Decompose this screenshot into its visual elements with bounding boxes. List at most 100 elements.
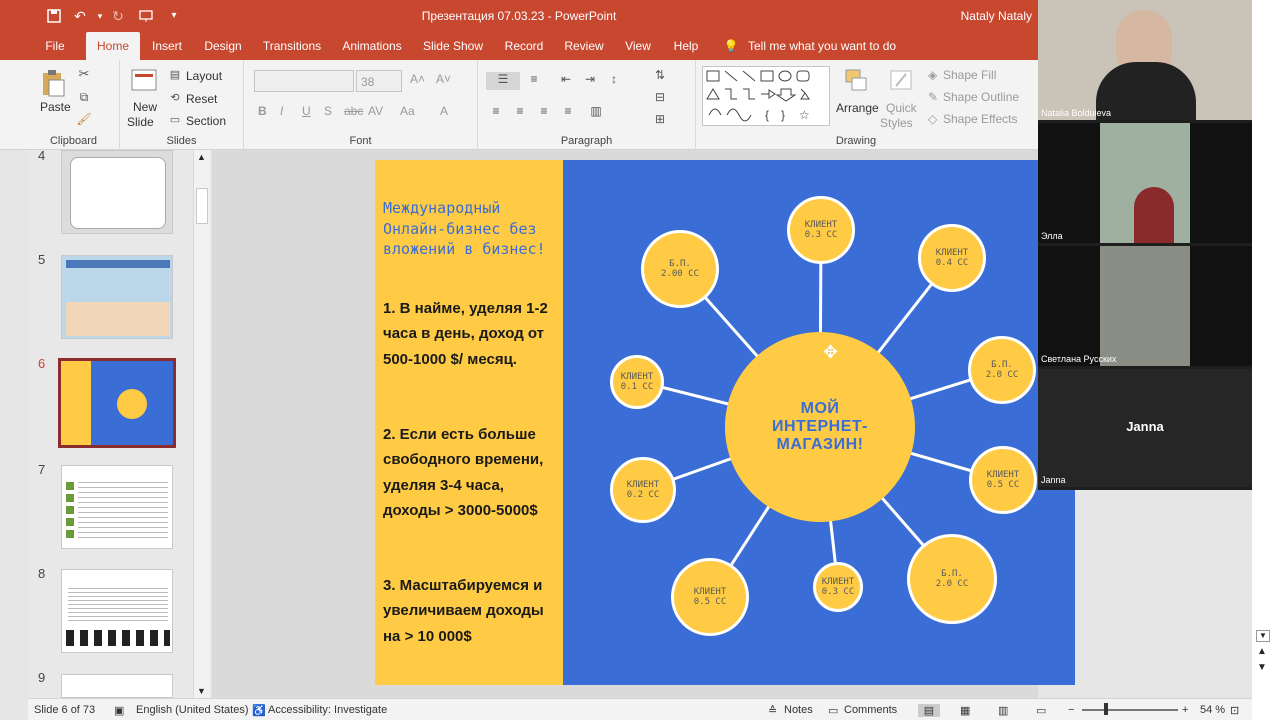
columns-icon[interactable]: ▥ [588,104,604,118]
italic-icon[interactable]: I [280,104,283,118]
align-right-icon[interactable]: ≡ [536,104,552,118]
paste-icon[interactable] [40,68,66,98]
layout-button[interactable]: Layout [186,69,222,83]
format-painter-icon[interactable]: 🖌 [76,112,92,126]
tab-insert[interactable]: Insert [146,32,188,60]
line-spacing-icon[interactable]: ↕ [606,72,622,86]
node-client[interactable]: КЛИЕНТ 0.4 СС [918,224,986,292]
node-client[interactable]: КЛИЕНТ 0.2 СС [610,457,676,523]
align-text-icon[interactable]: ⊟ [650,90,670,104]
reading-view-icon[interactable]: ▥ [998,704,1008,717]
shapes-gallery[interactable]: { } ☆ [702,66,830,126]
slide-thumbnail-9[interactable] [61,674,173,698]
copy-icon[interactable]: ⧉ [76,90,92,105]
slide-sorter-icon[interactable]: ▦ [960,704,970,717]
next-slide-icon[interactable]: ▼ [1257,662,1267,673]
bold-icon[interactable]: B [258,104,267,118]
new-slide-icon[interactable] [130,68,158,94]
shape-fill-button[interactable]: Shape Fill [943,68,996,82]
scroll-thumb[interactable] [196,188,208,224]
align-center-icon[interactable]: ≡ [512,104,528,118]
node-label: Б.П. [991,360,1013,370]
tab-animations[interactable]: Animations [338,32,406,60]
spell-check-icon[interactable]: ▣ [114,704,124,717]
quick-styles-icon[interactable] [888,68,916,94]
node-bp[interactable]: Б.П. 2.0 СС [968,336,1036,404]
node-bp[interactable]: Б.П. 2.0 СС [907,534,997,624]
slideshow-icon[interactable]: ▭ [1036,704,1046,717]
slide-thumbnail-8[interactable] [61,569,173,653]
zoom-slider[interactable] [1082,709,1178,711]
font-family-select[interactable] [254,70,354,92]
section-button[interactable]: Section [186,114,226,128]
tab-home[interactable]: Home [86,32,140,60]
node-client[interactable]: КЛИЕНТ 0.3 СС [813,562,863,612]
participant-tile[interactable]: Natalia Bolduieva [1038,0,1252,120]
scroll-down-icon[interactable]: ▼ [1256,630,1270,642]
slides-scrollbar[interactable]: ▲ ▼ [193,150,210,698]
tab-design[interactable]: Design [200,32,246,60]
font-size-select[interactable]: 38 [356,70,402,92]
shrink-font-icon[interactable]: A˅ [436,72,451,86]
underline-icon[interactable]: U [302,104,311,118]
zoom-level[interactable]: 54 % [1200,704,1225,716]
fit-to-window-icon[interactable]: ⊡ [1230,704,1239,717]
tab-view[interactable]: View [620,32,656,60]
user-name[interactable]: Nataly Nataly [961,9,1032,23]
node-bp[interactable]: Б.П. 2.00 СС [641,230,719,308]
increase-indent-icon[interactable]: ⇥ [582,72,598,86]
new-slide-label-2[interactable]: Slide [127,115,154,129]
slide-6[interactable]: Международный Онлайн-бизнес без вложений… [375,160,1075,685]
slide-thumbnail-5[interactable] [61,255,173,339]
tab-file[interactable]: File [36,32,74,60]
node-client[interactable]: КЛИЕНТ 0.5 СС [671,558,749,636]
cut-icon[interactable]: ✂ [76,66,92,82]
slide-thumbnail-7[interactable] [61,465,173,549]
normal-view-icon[interactable]: ▤ [918,704,940,717]
new-slide-label-1[interactable]: New [133,100,157,114]
scroll-up-icon[interactable]: ▲ [197,152,206,162]
accessibility-status[interactable]: Accessibility: Investigate [268,704,387,716]
language[interactable]: English (United States) [136,704,249,716]
shape-effects-button[interactable]: Shape Effects [943,112,1018,126]
tell-me-search[interactable]: Tell me what you want to do [748,32,908,60]
tab-record[interactable]: Record [500,32,548,60]
node-client[interactable]: КЛИЕНТ 0.1 СС [610,355,664,409]
strikethrough-icon[interactable]: abc [344,104,363,118]
shape-outline-button[interactable]: Shape Outline [943,90,1019,104]
reset-button[interactable]: Reset [186,92,217,106]
zoom-slider-thumb[interactable] [1104,703,1108,715]
arrange-icon[interactable] [842,68,870,94]
tab-slide-show[interactable]: Slide Show [418,32,488,60]
quick-styles-label-1[interactable]: Quick [886,101,917,115]
arrange-button[interactable]: Arrange [836,101,879,115]
node-client[interactable]: КЛИЕНТ 0.5 СС [969,446,1037,514]
text-direction-icon[interactable]: ⇅ [650,68,670,82]
grow-font-icon[interactable]: A˄ [410,72,425,86]
smartart-icon[interactable]: ⊞ [650,112,670,126]
tab-transitions[interactable]: Transitions [258,32,326,60]
previous-slide-icon[interactable]: ▲ [1257,646,1267,657]
change-case-icon[interactable]: Aa [400,104,415,118]
decrease-indent-icon[interactable]: ⇤ [558,72,574,86]
scroll-down-icon[interactable]: ▼ [197,686,206,696]
center-circle[interactable]: МОЙ ИНТЕРНЕТ-МАГАЗИН! [725,332,915,522]
justify-icon[interactable]: ≡ [560,104,576,118]
tab-review[interactable]: Review [560,32,608,60]
quick-styles-label-2[interactable]: Styles [880,116,913,130]
zoom-out-icon[interactable]: − [1068,704,1074,716]
zoom-in-icon[interactable]: + [1182,704,1188,716]
comments-button[interactable]: Comments [844,704,897,716]
slide-thumbnail-4[interactable] [61,150,173,234]
spacing-icon[interactable]: AV [368,104,383,118]
node-client[interactable]: КЛИЕНТ 0.3 СС [787,196,855,264]
notes-button[interactable]: Notes [784,704,813,716]
numbering-icon[interactable]: ≡ [526,72,542,86]
slide-thumbnail-6[interactable] [58,358,176,448]
bullets-icon[interactable]: ☰ [486,72,520,90]
paste-button[interactable]: Paste [40,100,71,114]
tab-help[interactable]: Help [668,32,704,60]
align-left-icon[interactable]: ≡ [488,104,504,118]
font-color-icon[interactable]: A [440,104,448,118]
shadow-icon[interactable]: S [324,104,332,118]
